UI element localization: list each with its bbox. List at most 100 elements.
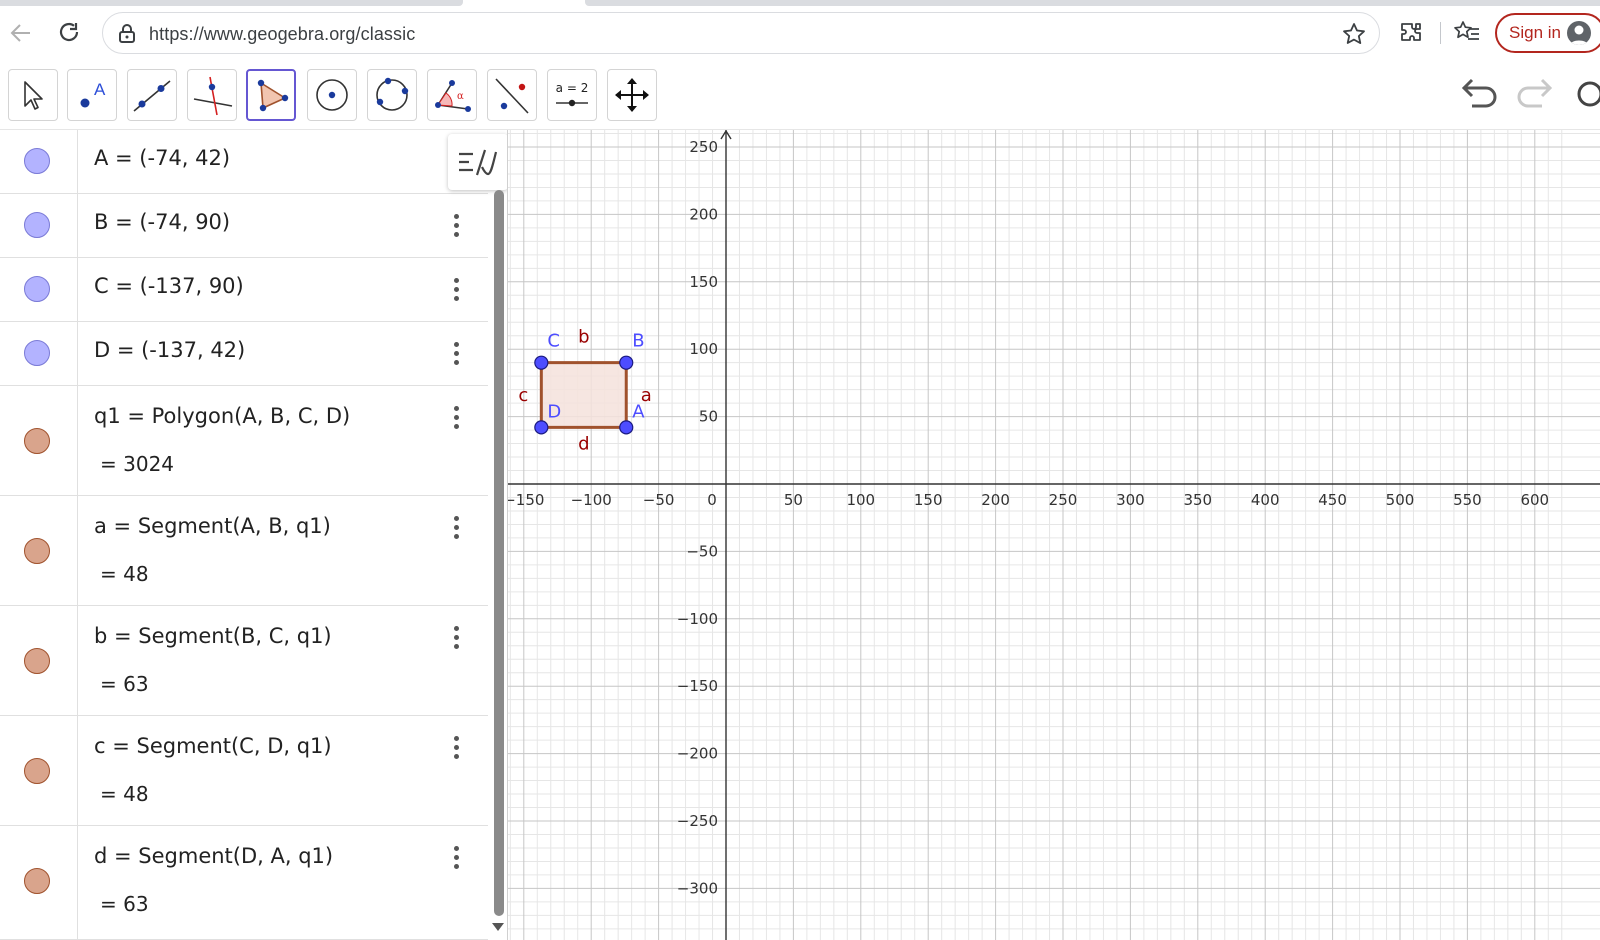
url-text[interactable]: https://www.geogebra.org/classic bbox=[149, 24, 415, 45]
sign-in-label: Sign in bbox=[1509, 23, 1561, 42]
circle-three-points-tool[interactable] bbox=[367, 69, 417, 121]
algebra-row-d[interactable]: d = Segment(D, A, q1) = 63 bbox=[0, 826, 488, 940]
more-options-icon[interactable] bbox=[446, 340, 466, 368]
more-options-icon[interactable] bbox=[446, 734, 466, 762]
line-through-two-points-icon bbox=[133, 80, 171, 112]
y-tick-label: 50 bbox=[699, 408, 718, 426]
x-tick-label: 400 bbox=[1251, 491, 1280, 509]
x-tick-label: 250 bbox=[1049, 491, 1078, 509]
algebra-row-c[interactable]: c = Segment(C, D, q1) = 48 bbox=[0, 716, 488, 826]
angle-tool[interactable]: α bbox=[427, 69, 477, 121]
sign-in-button[interactable]: Sign in bbox=[1495, 13, 1600, 53]
line-tool[interactable] bbox=[127, 69, 177, 121]
cursor-arrow-icon bbox=[24, 81, 43, 110]
y-tick-label: −200 bbox=[677, 745, 718, 763]
segment-label-d: d bbox=[578, 433, 589, 454]
x-tick-label: 100 bbox=[846, 491, 875, 509]
slider-icon: a = 2 bbox=[556, 81, 588, 107]
point-C[interactable] bbox=[534, 355, 549, 370]
algebra-definition[interactable]: q1 = Polygon(A, B, C, D) bbox=[94, 404, 350, 428]
coordinate-grid[interactable]: −150 −100 −50 0 50 100 150 200 250 300 350 400 450 50… bbox=[508, 130, 1600, 940]
profile-avatar-icon bbox=[1567, 21, 1591, 45]
visibility-toggle[interactable] bbox=[24, 868, 50, 894]
x-tick-label: 600 bbox=[1520, 491, 1549, 509]
visibility-toggle[interactable] bbox=[24, 212, 50, 238]
algebra-style-button[interactable] bbox=[448, 134, 507, 190]
move-tool[interactable] bbox=[8, 69, 58, 121]
reflect-tool[interactable] bbox=[487, 69, 537, 121]
search-icon[interactable] bbox=[1568, 74, 1600, 118]
algebra-row-b[interactable]: b = Segment(B, C, q1) = 63 bbox=[0, 606, 488, 716]
algebra-row-C[interactable]: C = (-137, 90) bbox=[0, 258, 488, 322]
back-arrow-icon bbox=[10, 24, 30, 42]
y-tick-label: 250 bbox=[689, 138, 718, 156]
reflect-about-line-icon bbox=[495, 78, 529, 114]
algebra-row-B[interactable]: B = (-74, 90) bbox=[0, 194, 488, 258]
point-label-A: A bbox=[632, 401, 645, 422]
toolbar-divider bbox=[1440, 22, 1441, 44]
point-A[interactable] bbox=[619, 420, 634, 435]
visibility-toggle[interactable] bbox=[24, 148, 50, 174]
segment-label-b: b bbox=[578, 327, 589, 348]
polygon-tool[interactable] bbox=[246, 69, 296, 121]
tab-strip bbox=[0, 0, 1600, 6]
move-graphics-view-tool[interactable] bbox=[607, 69, 657, 121]
y-tick-label: −300 bbox=[677, 879, 718, 897]
address-bar[interactable]: https://www.geogebra.org/classic bbox=[102, 12, 1380, 54]
x-tick-label: 500 bbox=[1386, 491, 1415, 509]
visibility-toggle[interactable] bbox=[24, 538, 50, 564]
more-options-icon[interactable] bbox=[446, 514, 466, 542]
algebra-definition[interactable]: D = (-137, 42) bbox=[94, 338, 245, 362]
algebra-row-a[interactable]: a = Segment(A, B, q1) = 48 bbox=[0, 496, 488, 606]
x-tick-label: −100 bbox=[571, 491, 612, 509]
undo-icon[interactable] bbox=[1458, 74, 1502, 118]
algebra-definition[interactable]: c = Segment(C, D, q1) bbox=[94, 734, 332, 758]
tab-strip-segment bbox=[585, 0, 1600, 6]
redo-icon[interactable] bbox=[1512, 74, 1556, 118]
more-options-icon[interactable] bbox=[446, 404, 466, 432]
scroll-down-arrow-icon[interactable] bbox=[490, 920, 506, 934]
extensions-icon[interactable] bbox=[1396, 18, 1426, 48]
algebra-definition[interactable]: d = Segment(D, A, q1) bbox=[94, 844, 333, 868]
point-label-D: D bbox=[547, 401, 561, 422]
visibility-toggle[interactable] bbox=[24, 276, 50, 302]
visibility-toggle[interactable] bbox=[24, 648, 50, 674]
point-tool[interactable]: A bbox=[67, 69, 117, 121]
more-options-icon[interactable] bbox=[446, 844, 466, 872]
slider-tool[interactable]: a = 2 bbox=[547, 69, 597, 121]
algebra-row-D[interactable]: D = (-137, 42) bbox=[0, 322, 488, 386]
algebra-scrollbar[interactable] bbox=[494, 190, 504, 916]
algebra-definition[interactable]: C = (-137, 90) bbox=[94, 274, 244, 298]
circle-center-point-icon bbox=[316, 79, 348, 111]
algebra-definition[interactable]: a = Segment(A, B, q1) bbox=[94, 514, 331, 538]
more-options-icon[interactable] bbox=[446, 212, 466, 240]
visibility-toggle[interactable] bbox=[24, 340, 50, 366]
more-options-icon[interactable] bbox=[446, 276, 466, 304]
algebra-value: = 63 bbox=[100, 892, 149, 916]
circle-tool[interactable] bbox=[307, 69, 357, 121]
x-tick-label: 150 bbox=[914, 491, 943, 509]
point-B[interactable] bbox=[619, 355, 634, 370]
point-D[interactable] bbox=[534, 420, 549, 435]
algebra-row-q1[interactable]: q1 = Polygon(A, B, C, D) = 3024 bbox=[0, 386, 488, 496]
graphics-view[interactable]: −150 −100 −50 0 50 100 150 200 250 300 350 400 450 50… bbox=[508, 130, 1600, 940]
site-info-icon[interactable] bbox=[115, 22, 139, 46]
bookmark-star-icon[interactable] bbox=[1341, 21, 1367, 47]
favorites-icon[interactable] bbox=[1452, 18, 1482, 48]
visibility-toggle[interactable] bbox=[24, 428, 50, 454]
algebra-definition[interactable]: b = Segment(B, C, q1) bbox=[94, 624, 332, 648]
perpendicular-line-tool[interactable] bbox=[187, 69, 237, 121]
algebra-definition[interactable]: B = (-74, 90) bbox=[94, 210, 230, 234]
algebra-description-icon bbox=[459, 149, 498, 176]
visibility-toggle[interactable] bbox=[24, 758, 50, 784]
x-tick-label: 350 bbox=[1183, 491, 1212, 509]
x-tick-label: 300 bbox=[1116, 491, 1145, 509]
algebra-definition[interactable]: A = (-74, 42) bbox=[94, 146, 230, 170]
reload-button[interactable] bbox=[52, 16, 86, 50]
back-button[interactable] bbox=[4, 16, 38, 50]
algebra-row-A[interactable]: A = (-74, 42) bbox=[0, 130, 488, 194]
more-options-icon[interactable] bbox=[446, 624, 466, 652]
y-tick-label: −250 bbox=[677, 812, 718, 830]
y-tick-label: 150 bbox=[689, 273, 718, 291]
x-tick-label: 50 bbox=[784, 491, 803, 509]
